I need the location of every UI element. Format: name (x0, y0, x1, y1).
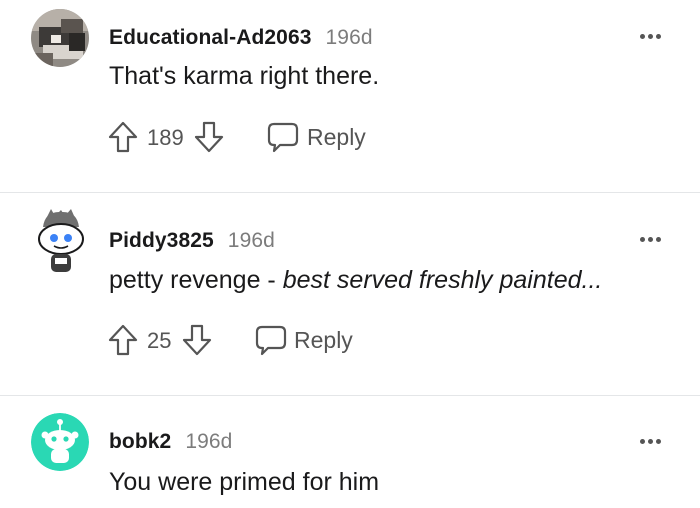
vote-score: 189 (147, 125, 184, 150)
comment-age: 196d (227, 229, 275, 252)
comment: Educational-Ad2063 196d That's karma righ… (0, 0, 700, 192)
more-options-button[interactable] (640, 235, 666, 245)
user-avatar[interactable] (33, 209, 89, 275)
photo-avatar-icon (31, 9, 89, 67)
downvote-icon[interactable] (181, 323, 213, 357)
reply-label: Reply (307, 124, 366, 150)
comment-author[interactable]: Piddy3825 196d (109, 229, 275, 253)
comment-body-plain: petty revenge - (109, 266, 283, 294)
comment: bobk2 196d You were primed for him (0, 396, 700, 508)
more-options-button[interactable] (640, 32, 666, 42)
reply-icon (267, 122, 299, 153)
reply-label: Reply (294, 327, 353, 353)
author-name[interactable]: bobk2 (109, 430, 171, 453)
author-name[interactable]: Piddy3825 (109, 229, 214, 252)
snoo-avatar-icon (38, 209, 84, 272)
comment-age: 196d (185, 430, 233, 453)
comment-actions: 25 Reply (107, 323, 367, 359)
vote-score: 25 (147, 328, 172, 353)
upvote-icon[interactable] (107, 323, 139, 357)
comment: Piddy3825 196d petty revenge - best serve… (0, 193, 700, 395)
comment-author[interactable]: Educational-Ad2063 196d (109, 26, 373, 50)
comment-body-italic: best served freshly painted... (282, 266, 603, 294)
teal-snoo-avatar-icon (31, 413, 89, 471)
user-avatar[interactable] (31, 413, 89, 471)
comment-age: 196d (325, 26, 373, 49)
upvote-icon[interactable] (107, 120, 139, 154)
comment-body: That's karma right there. (109, 62, 380, 90)
comment-body: petty revenge - best served freshly pain… (109, 266, 602, 295)
author-name[interactable]: Educational-Ad2063 (109, 26, 312, 49)
user-avatar[interactable] (31, 9, 89, 67)
reply-icon (255, 325, 287, 356)
downvote-icon[interactable] (193, 120, 225, 154)
comment-actions: 189 Reply (107, 120, 377, 156)
comment-author[interactable]: bobk2 196d (109, 430, 232, 454)
comment-body: You were primed for him (109, 468, 380, 496)
more-options-button[interactable] (640, 437, 666, 447)
